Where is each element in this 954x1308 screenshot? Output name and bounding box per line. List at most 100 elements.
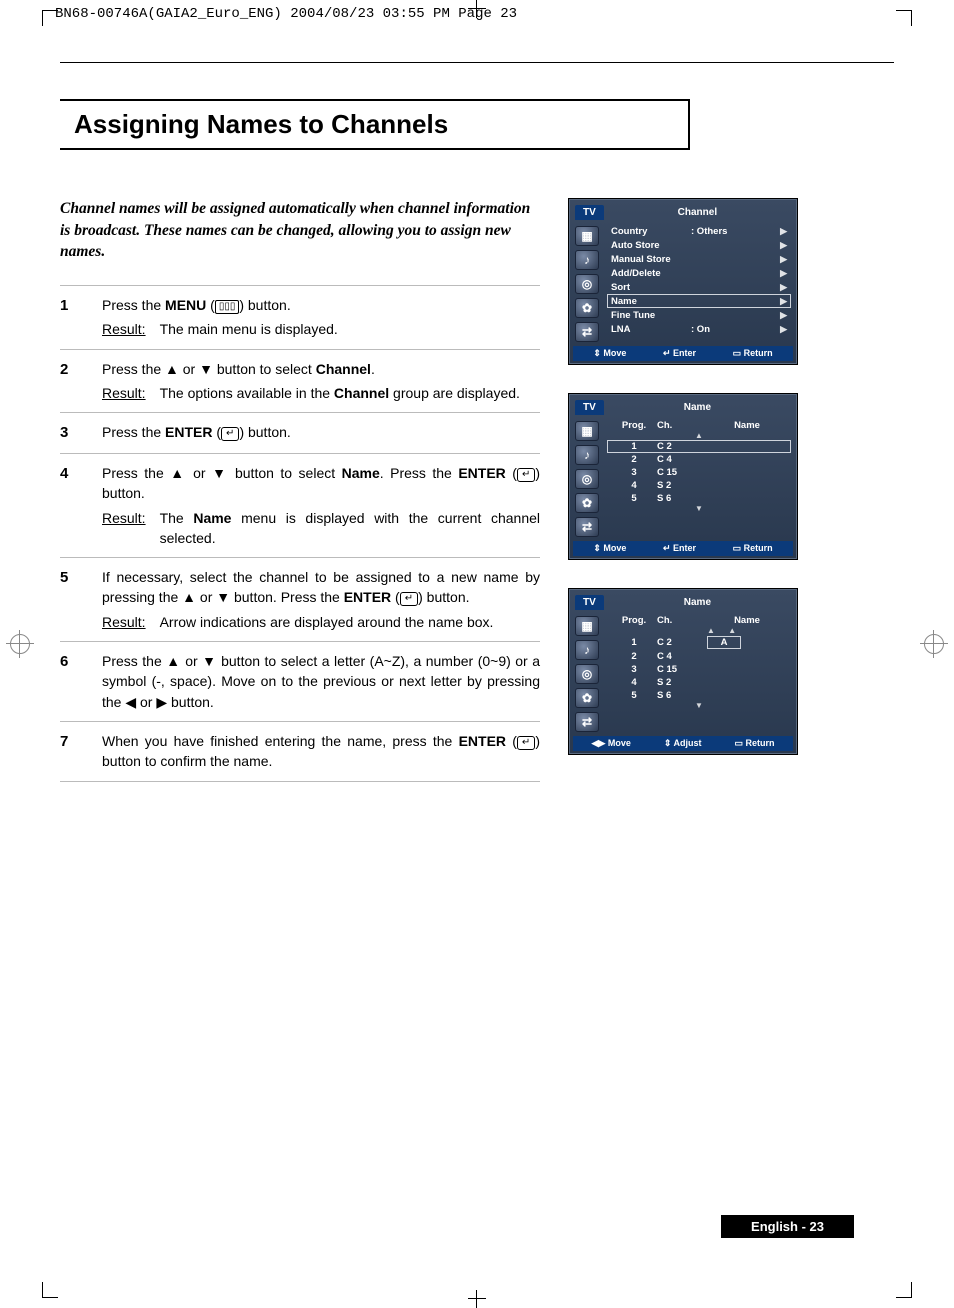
result-label: Result:	[102, 319, 146, 339]
page-number: English - 23	[721, 1215, 854, 1238]
osd-tab: TV	[575, 205, 604, 220]
osd-table-row: 1C 2	[607, 440, 791, 453]
channel-icon: ◎	[575, 664, 599, 684]
button-label: MENU	[165, 297, 206, 313]
osd-footer-hint: ⇕ Move	[593, 348, 626, 359]
osd-table-row: 4S 2	[607, 479, 791, 492]
osd-menu-item: Add/Delete▶	[607, 266, 791, 280]
text: Press the	[102, 424, 165, 440]
result-label: Result:	[102, 508, 146, 549]
step-4: 4 Press the ▲ or ▼ button to select Name…	[60, 454, 540, 558]
result-text: The Name menu is displayed with the curr…	[160, 508, 540, 549]
text: Press the ▲ or ▼ button to select	[102, 361, 316, 377]
osd-channel-menu: TV Channel ▦ ♪ ◎ ✿ ⇄ Country: Others▶Aut…	[568, 198, 798, 365]
osd-title: Name	[604, 595, 791, 610]
col-prog: Prog.	[611, 420, 657, 431]
channel-icon: ◎	[575, 274, 599, 294]
crop-mark	[42, 10, 58, 26]
col-prog: Prog.	[611, 615, 657, 626]
instructions-column: Channel names will be assigned automatic…	[60, 198, 540, 783]
enter-icon: ↵	[221, 427, 239, 441]
osd-column: TV Channel ▦ ♪ ◎ ✿ ⇄ Country: Others▶Aut…	[568, 198, 894, 783]
step-number: 6	[60, 651, 80, 712]
col-name: Name	[707, 615, 787, 626]
step-number: 3	[60, 422, 80, 444]
osd-sidebar-icons: ▦ ♪ ◎ ✿ ⇄	[575, 614, 601, 732]
osd-footer-hint: ⇕ Move	[593, 543, 626, 554]
step-2: 2 Press the ▲ or ▼ button to select Chan…	[60, 350, 540, 414]
osd-table-row: 2C 4	[607, 650, 791, 663]
text: If necessary, select the channel to be a…	[102, 569, 540, 605]
osd-footer-hint: ◀▶ Move	[591, 738, 630, 749]
osd-menu-item: Name▶	[607, 294, 791, 308]
input-icon: ⇄	[575, 712, 599, 732]
step-5: 5 If necessary, select the channel to be…	[60, 558, 540, 642]
divider	[60, 62, 894, 63]
picture-icon: ▦	[575, 421, 599, 441]
osd-title: Name	[604, 400, 791, 415]
page-title-box: Assigning Names to Channels	[60, 99, 690, 150]
osd-menu-item: Manual Store▶	[607, 252, 791, 266]
step-6: 6 Press the ▲ or ▼ button to select a le…	[60, 642, 540, 722]
step-number: 5	[60, 567, 80, 632]
enter-icon: ↵	[517, 468, 535, 482]
osd-table-row: 3C 15	[607, 466, 791, 479]
name-edit-box: A	[707, 636, 741, 649]
osd-footer-hint: ▭ Return	[733, 348, 773, 359]
down-caret-icon: ▼	[607, 702, 791, 710]
picture-icon: ▦	[575, 616, 599, 636]
step-3: 3 Press the ENTER (↵) button.	[60, 413, 540, 454]
osd-menu-item: Sort▶	[607, 280, 791, 294]
down-caret-icon: ▼	[607, 505, 791, 513]
osd-table-row: 4S 2	[607, 676, 791, 689]
result-text: The options available in the Channel gro…	[160, 383, 540, 403]
setup-icon: ✿	[575, 493, 599, 513]
osd-footer-hint: ▭ Return	[733, 543, 773, 554]
channel-icon: ◎	[575, 469, 599, 489]
input-icon: ⇄	[575, 322, 599, 342]
osd-table-row: 3C 15	[607, 663, 791, 676]
up-caret-icon: ▲ ▲	[607, 627, 791, 635]
osd-table-row: 2C 4	[607, 453, 791, 466]
result-text: Arrow indications are displayed around t…	[160, 612, 540, 632]
osd-footer-hint: ▭ Return	[735, 738, 775, 749]
enter-icon: ↵	[517, 736, 535, 750]
sound-icon: ♪	[575, 640, 599, 660]
step-number: 4	[60, 463, 80, 548]
osd-tab: TV	[575, 400, 604, 415]
col-ch: Ch.	[657, 420, 707, 431]
intro-text: Channel names will be assigned automatic…	[60, 198, 540, 263]
osd-title: Channel	[604, 205, 791, 220]
osd-menu-item: Fine Tune▶	[607, 308, 791, 322]
text: Press the	[102, 297, 165, 313]
button-label: ENTER	[165, 424, 212, 440]
crop-mark	[896, 10, 912, 26]
sound-icon: ♪	[575, 445, 599, 465]
step-7: 7 When you have finished entering the na…	[60, 722, 540, 782]
osd-footer-hint: ↵ Enter	[663, 543, 696, 554]
step-number: 7	[60, 731, 80, 772]
step-number: 1	[60, 295, 80, 340]
step-1: 1 Press the MENU (▯▯▯) button. Result: T…	[60, 285, 540, 350]
text: Press the ▲ or ▼ button to select a lett…	[102, 651, 540, 712]
picture-icon: ▦	[575, 226, 599, 246]
osd-sidebar-icons: ▦ ♪ ◎ ✿ ⇄	[575, 419, 601, 537]
osd-sidebar-icons: ▦ ♪ ◎ ✿ ⇄	[575, 224, 601, 342]
step-number: 2	[60, 359, 80, 404]
osd-menu-item: Auto Store▶	[607, 238, 791, 252]
page-title: Assigning Names to Channels	[74, 109, 674, 140]
up-caret-icon: ▲	[607, 432, 791, 440]
setup-icon: ✿	[575, 298, 599, 318]
sound-icon: ♪	[575, 250, 599, 270]
text: When you have finished entering the name…	[102, 733, 459, 749]
cross-mark	[468, 0, 486, 18]
menu-name: Channel	[316, 361, 371, 377]
osd-footer-hint: ⇕ Adjust	[664, 738, 702, 749]
osd-name-edit: TV Name ▦ ♪ ◎ ✿ ⇄ Prog. Ch.	[568, 588, 798, 755]
setup-icon: ✿	[575, 688, 599, 708]
osd-menu-item: Country: Others▶	[607, 224, 791, 238]
enter-icon: ↵	[400, 592, 418, 606]
osd-name-list: TV Name ▦ ♪ ◎ ✿ ⇄ Prog. Ch.	[568, 393, 798, 560]
osd-footer-hint: ↵ Enter	[663, 348, 696, 359]
osd-table-row: 1C 2A	[607, 635, 791, 650]
